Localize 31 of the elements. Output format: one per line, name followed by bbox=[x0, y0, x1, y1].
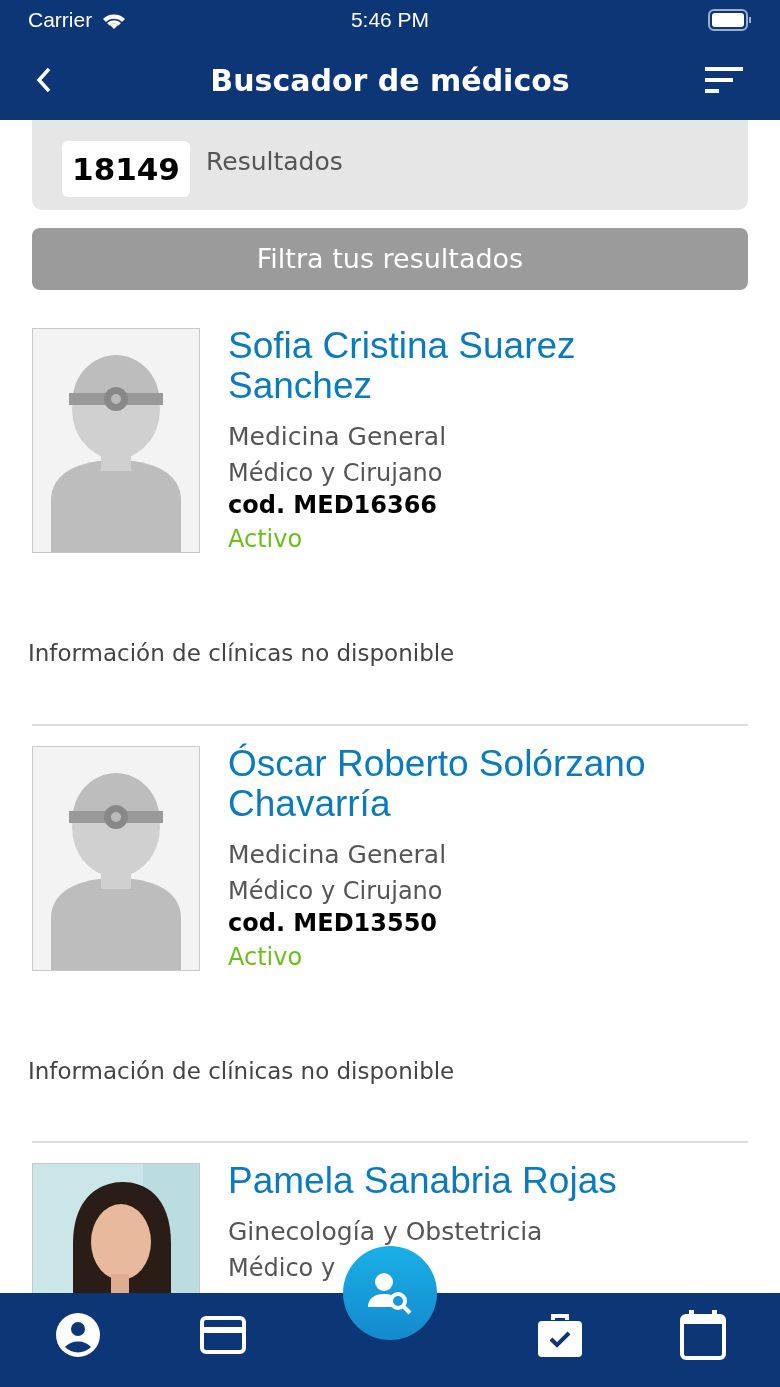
chevron-left-icon bbox=[36, 67, 52, 93]
license-code: cod. MED16366 bbox=[228, 490, 439, 521]
specialty-label: Medicina General bbox=[228, 422, 448, 452]
results-count: 18149 bbox=[62, 141, 190, 197]
title-label: Médico y Cirujano bbox=[228, 458, 444, 488]
specialty-label: Ginecología y Obstetricia bbox=[228, 1217, 544, 1247]
specialty-label: Medicina General bbox=[228, 839, 448, 870]
avatar-placeholder-icon bbox=[32, 745, 200, 971]
card-icon[interactable] bbox=[199, 1315, 248, 1355]
filter-button[interactable]: Filtra tus resultados bbox=[32, 228, 748, 290]
briefcase-check-icon[interactable] bbox=[536, 1312, 583, 1358]
carrier-label: Carrier bbox=[28, 7, 93, 34]
profile-icon[interactable] bbox=[54, 1311, 102, 1359]
person-search-icon bbox=[366, 1271, 414, 1315]
sort-icon bbox=[705, 67, 743, 93]
doctor-name[interactable]: Óscar Roberto Solórzano Chavarría bbox=[228, 743, 708, 824]
calendar-icon[interactable] bbox=[680, 1310, 726, 1360]
results-label: Resultados bbox=[206, 146, 343, 178]
title-label: Médico y Cirujano bbox=[228, 875, 444, 906]
license-code: cod. MED13550 bbox=[228, 907, 439, 939]
doctor-name[interactable]: Pamela Sanabria Rojas bbox=[228, 1161, 708, 1201]
doctor-name[interactable]: Sofia Cristina Suarez Sanchez bbox=[228, 326, 708, 406]
clinic-info-text: Información de clínicas no disponible bbox=[28, 1056, 456, 1086]
status-label: Activo bbox=[228, 524, 304, 555]
clock-label: 5:46 PM bbox=[350, 7, 430, 34]
screen-title: Buscador de médicos bbox=[210, 61, 570, 100]
battery-icon bbox=[708, 9, 752, 31]
title-label: Médico y bbox=[228, 1253, 337, 1283]
status-label: Activo bbox=[228, 941, 304, 973]
avatar-placeholder-icon bbox=[32, 328, 200, 553]
clinic-info-text: Información de clínicas no disponible bbox=[28, 639, 456, 668]
